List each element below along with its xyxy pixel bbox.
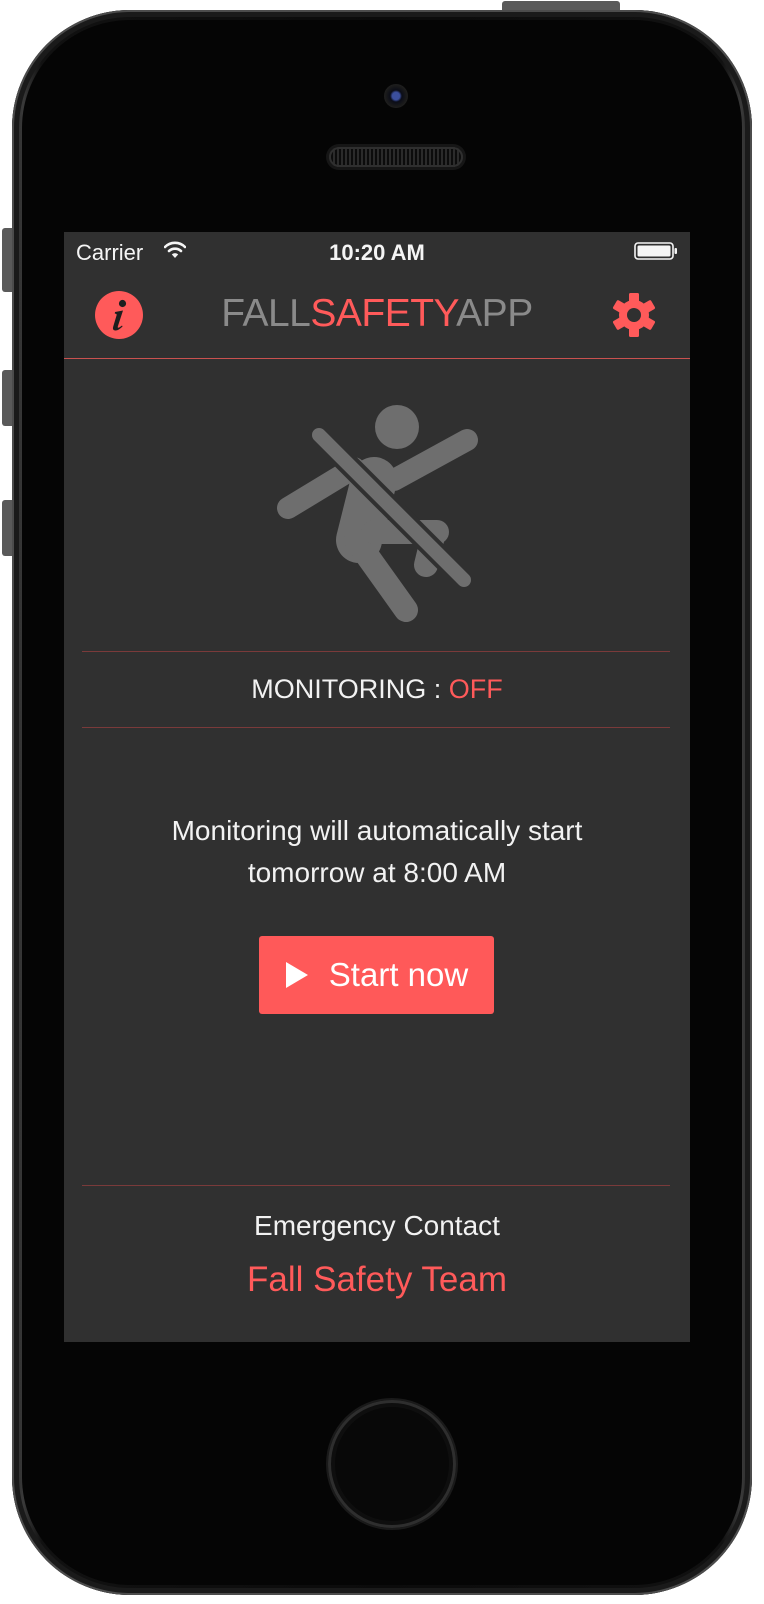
- battery-icon: [634, 242, 677, 260]
- clock: 10:20 AM: [329, 240, 425, 265]
- emergency-contact-link[interactable]: Fall Safety Team: [64, 1260, 690, 1300]
- start-now-label: Start now: [328, 956, 469, 993]
- fall-prohibited-icon: [277, 405, 478, 622]
- play-icon: [285, 962, 308, 988]
- divider-bottom: [82, 1185, 670, 1186]
- app-title: FALLSAFETYAPP: [64, 292, 690, 336]
- divider-middle: [82, 727, 670, 728]
- monitoring-state: OFF: [448, 674, 503, 704]
- start-now-button[interactable]: Start now: [259, 936, 494, 1014]
- divider-top: [82, 651, 670, 652]
- schedule-message-line-1: Monitoring will automatically start: [171, 815, 583, 846]
- app-screen: Carrier 10:20 AM FALLSAFETYAPP MONITORIN…: [64, 232, 690, 1342]
- app-title-part-safety: SAFETY: [310, 292, 457, 335]
- front-camera: [384, 84, 408, 108]
- schedule-message-line-2: tomorrow at 8:00 AM: [247, 857, 507, 888]
- emergency-contact-label: Emergency Contact: [254, 1210, 500, 1241]
- monitoring-status: MONITORING : OFF: [64, 674, 690, 705]
- nav-bar: FALLSAFETYAPP: [64, 272, 690, 359]
- monitoring-label: MONITORING :: [251, 674, 449, 704]
- gear-icon[interactable]: [610, 291, 658, 339]
- home-button[interactable]: [328, 1400, 456, 1528]
- schedule-message: Monitoring will automatically start tomo…: [124, 810, 630, 894]
- app-title-part-fall: FALL: [221, 292, 311, 335]
- earpiece-speaker: [329, 147, 463, 167]
- app-title-part-app: APP: [456, 292, 533, 335]
- status-bar: Carrier 10:20 AM: [64, 232, 690, 272]
